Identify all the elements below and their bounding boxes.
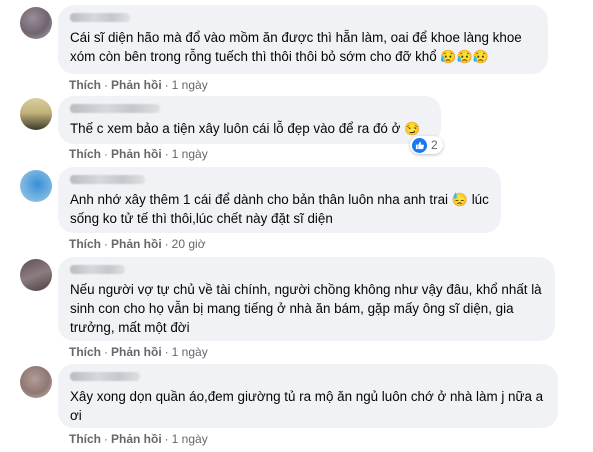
like-thumb-icon [412, 137, 427, 153]
comment-timestamp[interactable]: 1 ngày [172, 345, 208, 359]
separator: · [104, 237, 108, 251]
comment-actions: Thích · Phản hồi · 1 ngày [69, 432, 208, 446]
commenter-name[interactable] [70, 13, 130, 22]
sweat-emoji: 😓 [451, 192, 468, 207]
reply-link[interactable]: Phản hồi [111, 147, 162, 161]
separator: · [164, 345, 169, 359]
separator: · [104, 147, 108, 161]
comment-actions: Thích · Phản hồi · 1 ngày [69, 345, 208, 359]
like-link[interactable]: Thích [69, 345, 101, 359]
comment-bubble: Cái sĩ diện hão mà đổ vào mồm ăn được th… [58, 5, 548, 74]
sad-emoji: 😥😥😥 [440, 49, 489, 64]
comment-text: Xây xong dọn quần áo,đem giường tủ ra mộ… [70, 387, 546, 425]
comment-text: Anh nhớ xây thêm 1 cái để dành cho bản t… [70, 190, 489, 228]
commenter-avatar[interactable] [20, 170, 52, 202]
like-link[interactable]: Thích [69, 147, 101, 161]
commenter-name[interactable] [70, 372, 140, 381]
commenter-name[interactable] [70, 175, 145, 184]
reply-link[interactable]: Phản hồi [111, 345, 162, 359]
reply-link[interactable]: Phản hồi [111, 78, 162, 92]
comment-timestamp[interactable]: 1 ngày [172, 432, 208, 446]
comment-text-start: Anh nhớ xây thêm 1 cái để dành cho bản t… [70, 192, 449, 207]
like-link[interactable]: Thích [69, 432, 101, 446]
commenter-name[interactable] [70, 265, 125, 274]
separator: · [164, 147, 169, 161]
reaction-count: 2 [431, 138, 438, 152]
comment-timestamp[interactable]: 1 ngày [172, 78, 208, 92]
separator: · [164, 78, 169, 92]
comment-bubble: Anh nhớ xây thêm 1 cái để dành cho bản t… [58, 167, 501, 233]
like-link[interactable]: Thích [69, 237, 101, 251]
reply-link[interactable]: Phản hồi [111, 237, 162, 251]
comment-timestamp[interactable]: 20 giờ [172, 237, 206, 251]
smirk-emoji: 😏 [404, 121, 421, 136]
separator: · [164, 432, 169, 446]
commenter-avatar[interactable] [20, 366, 52, 398]
like-link[interactable]: Thích [69, 78, 101, 92]
commenter-avatar[interactable] [20, 98, 52, 130]
comment-text-body: Nếu người vợ tự chủ về tài chính, người … [70, 282, 542, 335]
comment-bubble: Xây xong dọn quần áo,đem giường tủ ra mộ… [58, 364, 558, 428]
comment-actions: Thích · Phản hồi · 20 giờ [69, 237, 206, 251]
comment-text: Nếu người vợ tự chủ về tài chính, người … [70, 280, 543, 337]
separator: · [104, 78, 108, 92]
commenter-avatar[interactable] [20, 7, 52, 39]
comment-text-body: Xây xong dọn quần áo,đem giường tủ ra mộ… [70, 389, 544, 423]
comment-bubble: Nếu người vợ tự chủ về tài chính, người … [58, 257, 555, 341]
commenter-name[interactable] [70, 104, 160, 113]
comment-text-body: Thế c xem bảo a tiện xây luôn cái lỗ đẹp… [70, 121, 401, 136]
separator: · [104, 432, 108, 446]
commenter-avatar[interactable] [20, 259, 52, 291]
comment-text: Cái sĩ diện hão mà đổ vào mồm ăn được th… [70, 28, 536, 66]
separator: · [164, 237, 169, 251]
comment-bubble: Thế c xem bảo a tiện xây luôn cái lỗ đẹp… [58, 96, 441, 144]
comment-text: Thế c xem bảo a tiện xây luôn cái lỗ đẹp… [70, 119, 429, 138]
reaction-summary[interactable]: 2 [410, 136, 443, 154]
reply-link[interactable]: Phản hồi [111, 432, 162, 446]
comment-actions: Thích · Phản hồi · 1 ngày [69, 78, 208, 92]
separator: · [104, 345, 108, 359]
comment-actions: Thích · Phản hồi · 1 ngày [69, 147, 208, 161]
comment-timestamp[interactable]: 1 ngày [172, 147, 208, 161]
